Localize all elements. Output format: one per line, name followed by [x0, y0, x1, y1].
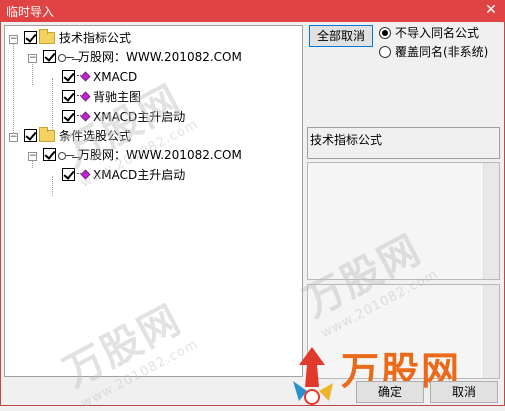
checkbox-icon[interactable]: [62, 70, 75, 83]
tree-node-formula[interactable]: XMACD: [62, 68, 137, 86]
formula-icon: [77, 169, 89, 181]
tree-node-label: 条件选股公式: [59, 129, 132, 143]
checkbox-icon[interactable]: [62, 110, 75, 123]
logo-arrow-icon: [293, 347, 333, 405]
tree-node-label: XMACD主升启动: [93, 168, 186, 182]
tree-node-label: XMACD主升启动: [93, 110, 186, 124]
window-title: 临时导入: [6, 5, 55, 19]
radio-icon[interactable]: [379, 27, 391, 39]
tree-line: [52, 176, 53, 196]
scrollbar[interactable]: [483, 285, 499, 378]
collapse-icon[interactable]: −: [9, 133, 18, 142]
dialog-body: − 技术指标公式 − 万股网：WWW.201082.COM XMACD 背驰主图…: [0, 22, 505, 411]
tree-node-formula[interactable]: XMACD主升启动: [62, 108, 185, 126]
tree-node-label: 背驰主图: [93, 90, 142, 104]
key-icon: [58, 151, 74, 161]
tree-node-folder[interactable]: 条件选股公式: [24, 127, 131, 145]
collapse-icon[interactable]: −: [9, 35, 18, 44]
formula-tree[interactable]: − 技术指标公式 − 万股网：WWW.201082.COM XMACD 背驰主图…: [4, 25, 303, 377]
checkbox-icon[interactable]: [62, 90, 75, 103]
radio-icon[interactable]: [379, 46, 391, 58]
tree-node-label: XMACD: [93, 70, 138, 84]
tree-node-label: 万股网：WWW.201082.COM: [78, 50, 242, 64]
scrollbar[interactable]: [483, 163, 499, 279]
tree-node-label: 万股网：WWW.201082.COM: [78, 148, 242, 162]
ok-button[interactable]: 确定: [356, 381, 424, 403]
tree-line: [13, 39, 14, 135]
description-panel[interactable]: [307, 162, 500, 280]
checkbox-icon[interactable]: [62, 168, 75, 181]
checkbox-icon[interactable]: [43, 50, 56, 63]
tree-node-folder[interactable]: 技术指标公式: [24, 29, 131, 47]
checkbox-icon[interactable]: [24, 31, 37, 44]
tree-node-label: 技术指标公式: [59, 31, 132, 45]
category-label: 技术指标公式: [307, 127, 500, 159]
radio-overwrite[interactable]: 覆盖同名(非系统): [379, 44, 488, 60]
radio-label: 不导入同名公式: [395, 26, 480, 40]
formula-icon: [77, 91, 89, 103]
title-bar: 临时导入 ✕: [0, 0, 505, 22]
close-icon[interactable]: ✕: [483, 1, 499, 19]
checkbox-icon[interactable]: [43, 148, 56, 161]
formula-icon: [77, 71, 89, 83]
collapse-icon[interactable]: −: [28, 54, 37, 63]
collapse-icon[interactable]: −: [28, 152, 37, 161]
cancel-button[interactable]: 取消: [430, 381, 498, 403]
cancel-all-button[interactable]: 全部取消: [309, 25, 373, 47]
checkbox-icon[interactable]: [24, 129, 37, 142]
category-label-text: 技术指标公式: [310, 133, 383, 147]
radio-label: 覆盖同名(非系统): [395, 45, 489, 59]
formula-icon: [77, 111, 89, 123]
tree-node-formula[interactable]: XMACD主升启动: [62, 166, 185, 184]
folder-icon: [39, 127, 55, 142]
tree-node-group[interactable]: 万股网：WWW.201082.COM: [43, 146, 242, 164]
radio-no-import[interactable]: 不导入同名公式: [379, 25, 479, 41]
key-icon: [58, 53, 74, 63]
tree-node-formula[interactable]: 背驰主图: [62, 88, 141, 106]
tree-node-group[interactable]: 万股网：WWW.201082.COM: [43, 48, 242, 66]
folder-icon: [39, 29, 55, 44]
